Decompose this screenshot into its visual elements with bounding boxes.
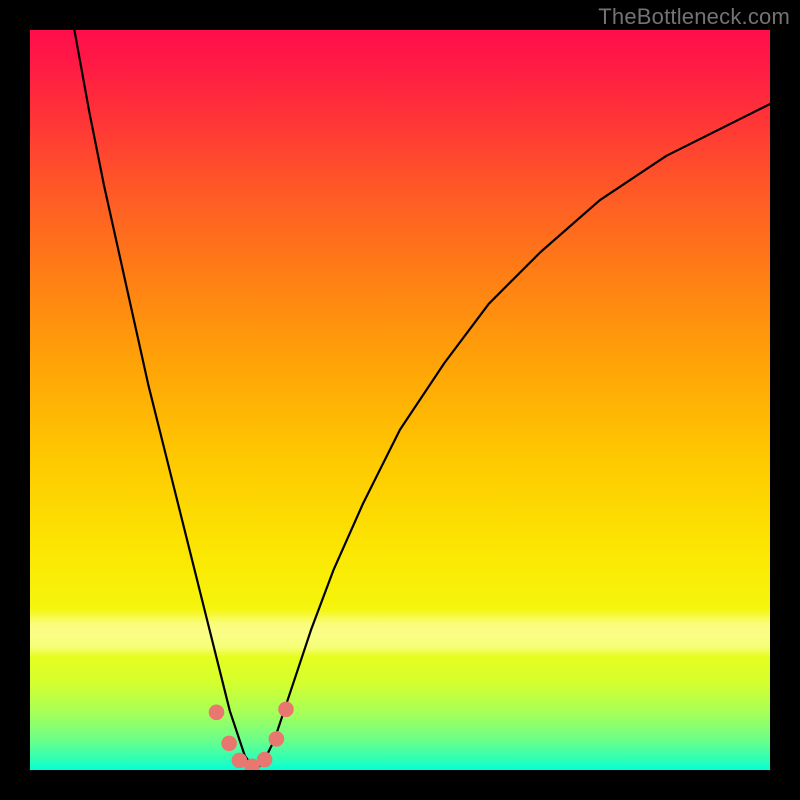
highlight-dot xyxy=(269,731,285,747)
chart-frame: TheBottleneck.com xyxy=(0,0,800,800)
curve-layer xyxy=(30,30,770,770)
bottleneck-curve xyxy=(74,30,770,766)
highlight-dot xyxy=(221,736,237,752)
highlight-dot xyxy=(209,705,225,721)
highlight-dot xyxy=(257,752,273,768)
highlight-dots xyxy=(209,702,294,771)
plot-area xyxy=(30,30,770,770)
highlight-dot xyxy=(278,702,294,718)
attribution-label: TheBottleneck.com xyxy=(598,4,790,30)
